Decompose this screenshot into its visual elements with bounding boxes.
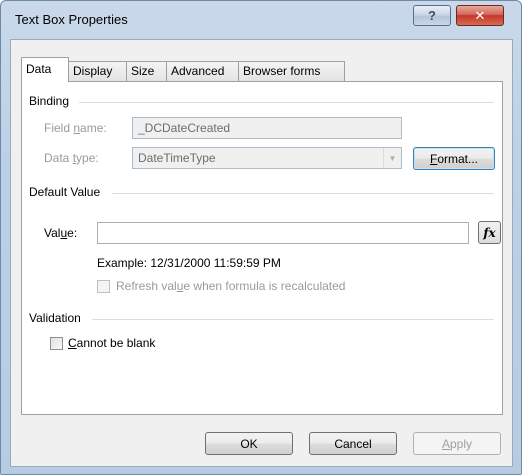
data-type-select[interactable]: DateTimeType ▼ bbox=[132, 147, 402, 169]
apply-button[interactable]: Apply bbox=[413, 432, 501, 455]
tab-advanced[interactable]: Advanced bbox=[166, 61, 239, 81]
dialog-window: Text Box Properties ? ✕ Data Display Siz… bbox=[0, 0, 522, 475]
tab-browser-forms[interactable]: Browser forms bbox=[238, 61, 345, 81]
title-bar[interactable]: Text Box Properties ? ✕ bbox=[1, 1, 521, 39]
question-mark-icon: ? bbox=[428, 8, 436, 23]
data-type-label: Data type: bbox=[44, 151, 99, 165]
validation-group-label: Validation bbox=[29, 311, 81, 325]
cancel-button[interactable]: Cancel bbox=[309, 432, 397, 455]
data-type-value: DateTimeType bbox=[138, 151, 216, 165]
field-name-label: Field name: bbox=[44, 121, 107, 135]
default-value-group-label: Default Value bbox=[29, 185, 101, 199]
default-value-divider bbox=[112, 193, 494, 194]
dialog-client-area: Data Display Size Advanced Browser forms… bbox=[10, 39, 513, 467]
field-name-input[interactable]: _DCDateCreated bbox=[132, 117, 402, 139]
refresh-checkbox[interactable] bbox=[97, 280, 110, 293]
value-label: Value: bbox=[44, 226, 78, 240]
binding-group-label: Binding bbox=[29, 94, 70, 108]
data-tab-panel: Binding Field name: _DCDateCreated Data … bbox=[21, 81, 503, 415]
dropdown-arrow-icon: ▼ bbox=[383, 148, 401, 168]
ok-button[interactable]: OK bbox=[205, 432, 293, 455]
validation-divider bbox=[92, 319, 494, 320]
tab-display[interactable]: Display bbox=[68, 61, 127, 81]
refresh-checkbox-label: Refresh value when formula is recalculat… bbox=[116, 279, 346, 293]
cannot-be-blank-label: Cannot be blank bbox=[68, 336, 156, 350]
formula-fx-icon: fx bbox=[483, 225, 496, 240]
window-title: Text Box Properties bbox=[15, 12, 128, 27]
example-text: Example: 12/31/2000 11:59:59 PM bbox=[97, 256, 281, 270]
help-button[interactable]: ? bbox=[413, 5, 451, 26]
formula-fx-button[interactable]: fx bbox=[478, 221, 501, 244]
tab-data[interactable]: Data bbox=[21, 57, 69, 82]
value-input[interactable] bbox=[97, 222, 469, 244]
tab-size[interactable]: Size bbox=[126, 61, 167, 81]
binding-divider bbox=[79, 102, 494, 103]
format-button[interactable]: Format... bbox=[413, 147, 495, 170]
close-x-icon: ✕ bbox=[474, 7, 486, 23]
close-button[interactable]: ✕ bbox=[456, 5, 504, 26]
cannot-be-blank-checkbox[interactable] bbox=[50, 337, 63, 350]
